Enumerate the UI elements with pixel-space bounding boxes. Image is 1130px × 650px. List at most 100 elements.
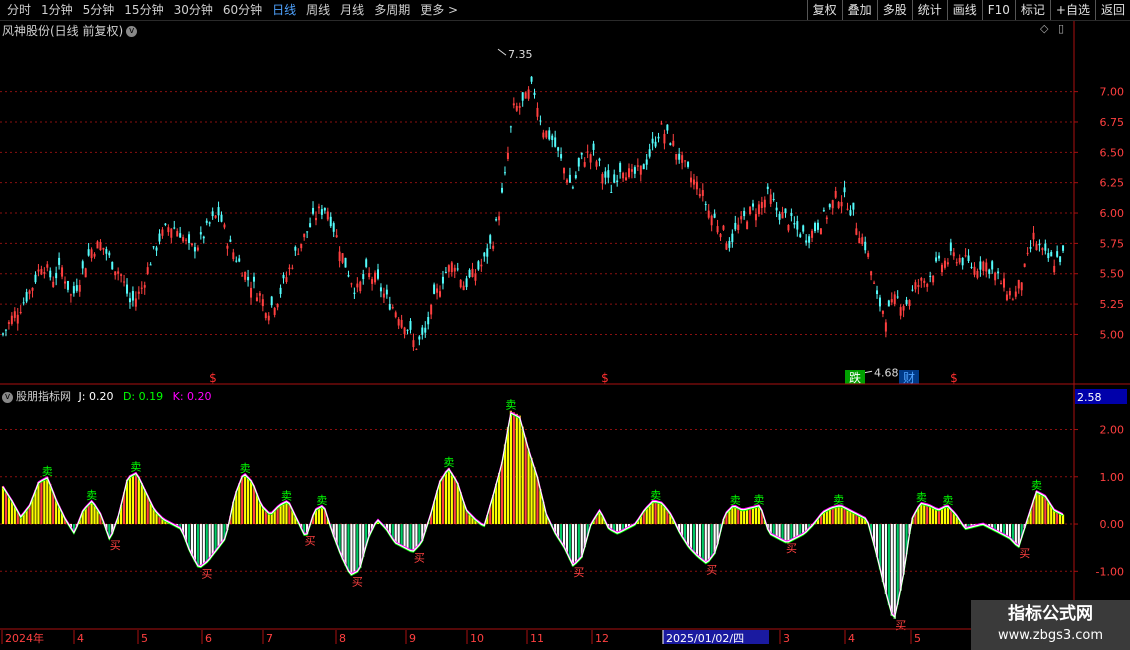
candle [134,298,137,307]
candle [294,246,297,251]
date-label: 3 [783,632,790,645]
candle [799,234,802,238]
candle [474,273,477,281]
candle [920,278,923,281]
candle [887,300,890,307]
candle [955,262,958,264]
candle [725,243,728,250]
candle [639,165,642,175]
candle [397,319,400,326]
date-label: 11 [530,632,544,645]
candle [374,272,377,283]
sell-signal: 卖 [240,462,251,475]
candle [241,275,244,277]
candle [692,179,695,185]
candle [223,224,226,228]
candle [471,268,474,277]
candle [229,239,232,242]
candle [400,319,403,328]
candle [506,152,509,159]
candle [669,143,672,146]
candle [595,161,598,167]
candle [173,227,176,229]
candle [424,327,427,333]
indicator-dropdown-icon[interactable]: v [2,391,13,403]
d-line [2,412,1064,620]
candle [778,213,781,220]
candle [772,199,775,201]
high-label: 7.35 [508,48,533,61]
candle [379,287,382,292]
candle [651,138,654,144]
candle [828,204,831,208]
sell-signal: 卖 [86,489,97,502]
chart-canvas[interactable]: 7.354.68$ $ 跌财 $ 卖卖买卖买卖卖买卖买买卖卖买卖买卖 卖买卖买卖 卖买卖 … [0,0,1130,650]
candle [279,287,282,294]
sell-signal: 卖 [730,494,741,507]
candle [341,253,344,263]
indicator-tick-label: 2.00 [1100,424,1125,437]
candle [834,190,837,198]
candle [985,262,988,272]
candle [769,194,772,204]
candle [58,257,61,265]
event-marker: $ [950,371,958,385]
candle [722,225,725,230]
candle [914,282,917,290]
candle [923,280,926,283]
candle [613,174,616,183]
candle [489,235,492,244]
candle [196,247,199,251]
candle [146,267,149,274]
candle [1059,256,1062,262]
candle [329,216,332,227]
j-line [2,412,1064,619]
candle [926,283,929,287]
candle [571,187,574,189]
candle [763,199,766,208]
candle [49,270,52,278]
candle [982,261,985,271]
price-tick-label: 6.75 [1100,116,1125,129]
event-marker: 跌 [849,370,861,385]
candle [114,271,117,276]
candle [99,242,102,251]
candle [69,294,72,296]
candle [31,287,34,291]
price-axis: 5.00 5.25 5.50 5.75 6.00 6.25 6.50 6.75 7.00 -1.0… [1074,86,1127,578]
candle [2,333,4,335]
candle [533,92,536,96]
candle [188,234,191,243]
candle [991,261,994,270]
candle [746,221,749,230]
candle [412,340,415,348]
date-label: 12 [595,632,609,645]
candle [663,133,666,144]
candle [96,241,99,249]
candle [131,291,134,301]
buy-signal: 买 [895,619,906,632]
candle [403,327,406,335]
candle [303,233,306,238]
sell-signal: 卖 [650,489,661,502]
candle [737,224,740,231]
price-tick-label: 5.75 [1100,237,1125,250]
candle [261,299,264,307]
candle [787,224,790,231]
candle [317,206,320,209]
date-label: 5 [914,632,921,645]
candle [170,228,173,238]
candle [4,329,7,331]
candle [264,313,267,319]
candle [695,181,698,190]
candle [855,228,858,235]
candle [973,266,976,275]
candle [108,252,111,256]
candle [25,292,28,302]
sell-signal: 卖 [443,456,454,469]
candle [946,262,949,265]
candle [238,258,241,262]
candle [509,126,512,128]
candle [970,266,973,268]
candle [335,235,338,238]
